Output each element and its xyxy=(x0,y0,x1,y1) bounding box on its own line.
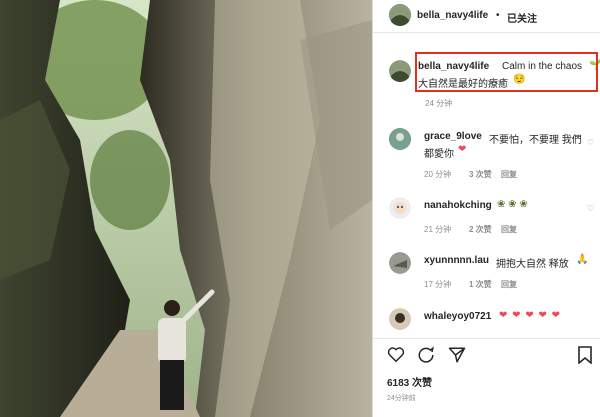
canyon-photo-illustration xyxy=(0,0,372,417)
author-avatar[interactable] xyxy=(389,4,411,26)
post-photo[interactable] xyxy=(0,0,372,417)
author-username[interactable]: bella_navy4life xyxy=(417,10,488,21)
comment-likes[interactable]: 3 次赞 xyxy=(469,169,492,180)
bookmark-icon[interactable] xyxy=(578,346,592,369)
likes-count[interactable]: 6183 次赞 xyxy=(387,374,432,389)
comment-reply-button[interactable]: 回复 xyxy=(501,224,517,235)
caption-avatar[interactable] xyxy=(389,60,411,82)
post-time: 24分钟前 xyxy=(387,395,416,402)
comment-username[interactable]: grace_9love xyxy=(424,131,482,142)
caption-highlight-box xyxy=(415,52,598,92)
follow-status-button[interactable]: 已关注 xyxy=(507,10,537,25)
comment-likes[interactable]: 2 次赞 xyxy=(469,224,492,235)
comment-like-icon[interactable]: ♡ xyxy=(587,138,594,147)
comment-likes[interactable]: 1 次赞 xyxy=(469,279,492,290)
comment-time: 17 分钟 xyxy=(424,280,452,289)
comment-text: 拥抱大自然 释放 xyxy=(496,259,569,270)
comment-avatar[interactable] xyxy=(389,128,411,150)
post-header: bella_navy4life • 已关注 xyxy=(373,0,600,33)
heart-emoji-icon: ❤ xyxy=(458,144,467,155)
heart-outline-icon[interactable] xyxy=(387,346,405,367)
comment-text-line2: 都愛你 xyxy=(424,149,454,160)
flower-emoji-icon: ❀ ❀ ❀ xyxy=(497,199,528,210)
comment-username[interactable]: whaleyoy0721 xyxy=(424,311,491,322)
comment-time: 21 分钟 xyxy=(424,225,452,234)
comment-avatar[interactable] xyxy=(389,308,411,330)
comment-like-icon[interactable]: ♡ xyxy=(587,204,594,213)
comment-avatar[interactable] xyxy=(389,197,411,219)
header-separator: • xyxy=(496,10,500,21)
comment-username[interactable]: xyunnnnn.lau xyxy=(424,255,489,266)
comment-username[interactable]: nanahokching xyxy=(424,200,492,211)
comment-time: 20 分钟 xyxy=(424,170,452,179)
comment-text: 不要怕，不要理 我們 xyxy=(489,135,582,146)
comment-reply-button[interactable]: 回复 xyxy=(501,279,517,290)
comment-icon[interactable] xyxy=(417,346,435,369)
divider xyxy=(373,338,600,339)
comment-reply-button[interactable]: 回复 xyxy=(501,169,517,180)
caption-time: 24 分钟 xyxy=(425,99,453,108)
hearts-emoji-icon: ❤ ❤ ❤ ❤ ❤ xyxy=(499,310,562,321)
pray-emoji-icon: 🙏 xyxy=(576,254,589,265)
comment-avatar[interactable] xyxy=(389,252,411,274)
share-icon[interactable] xyxy=(448,346,466,369)
